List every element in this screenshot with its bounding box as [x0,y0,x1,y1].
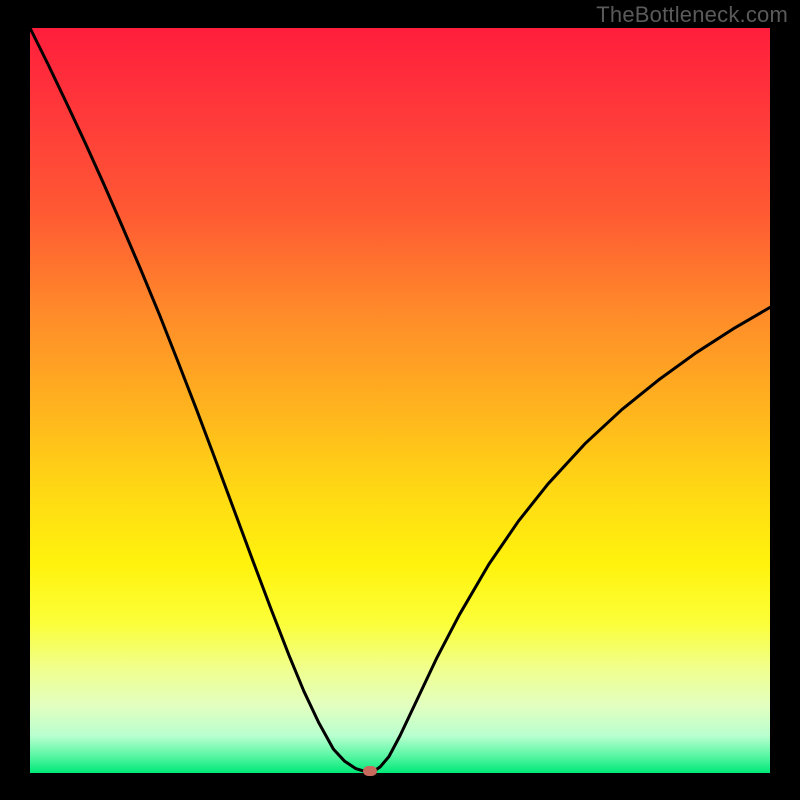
watermark-text: TheBottleneck.com [596,2,788,28]
chart-marker-dot [363,766,377,776]
chart-curve [30,28,770,773]
chart-plot-area [30,28,770,773]
